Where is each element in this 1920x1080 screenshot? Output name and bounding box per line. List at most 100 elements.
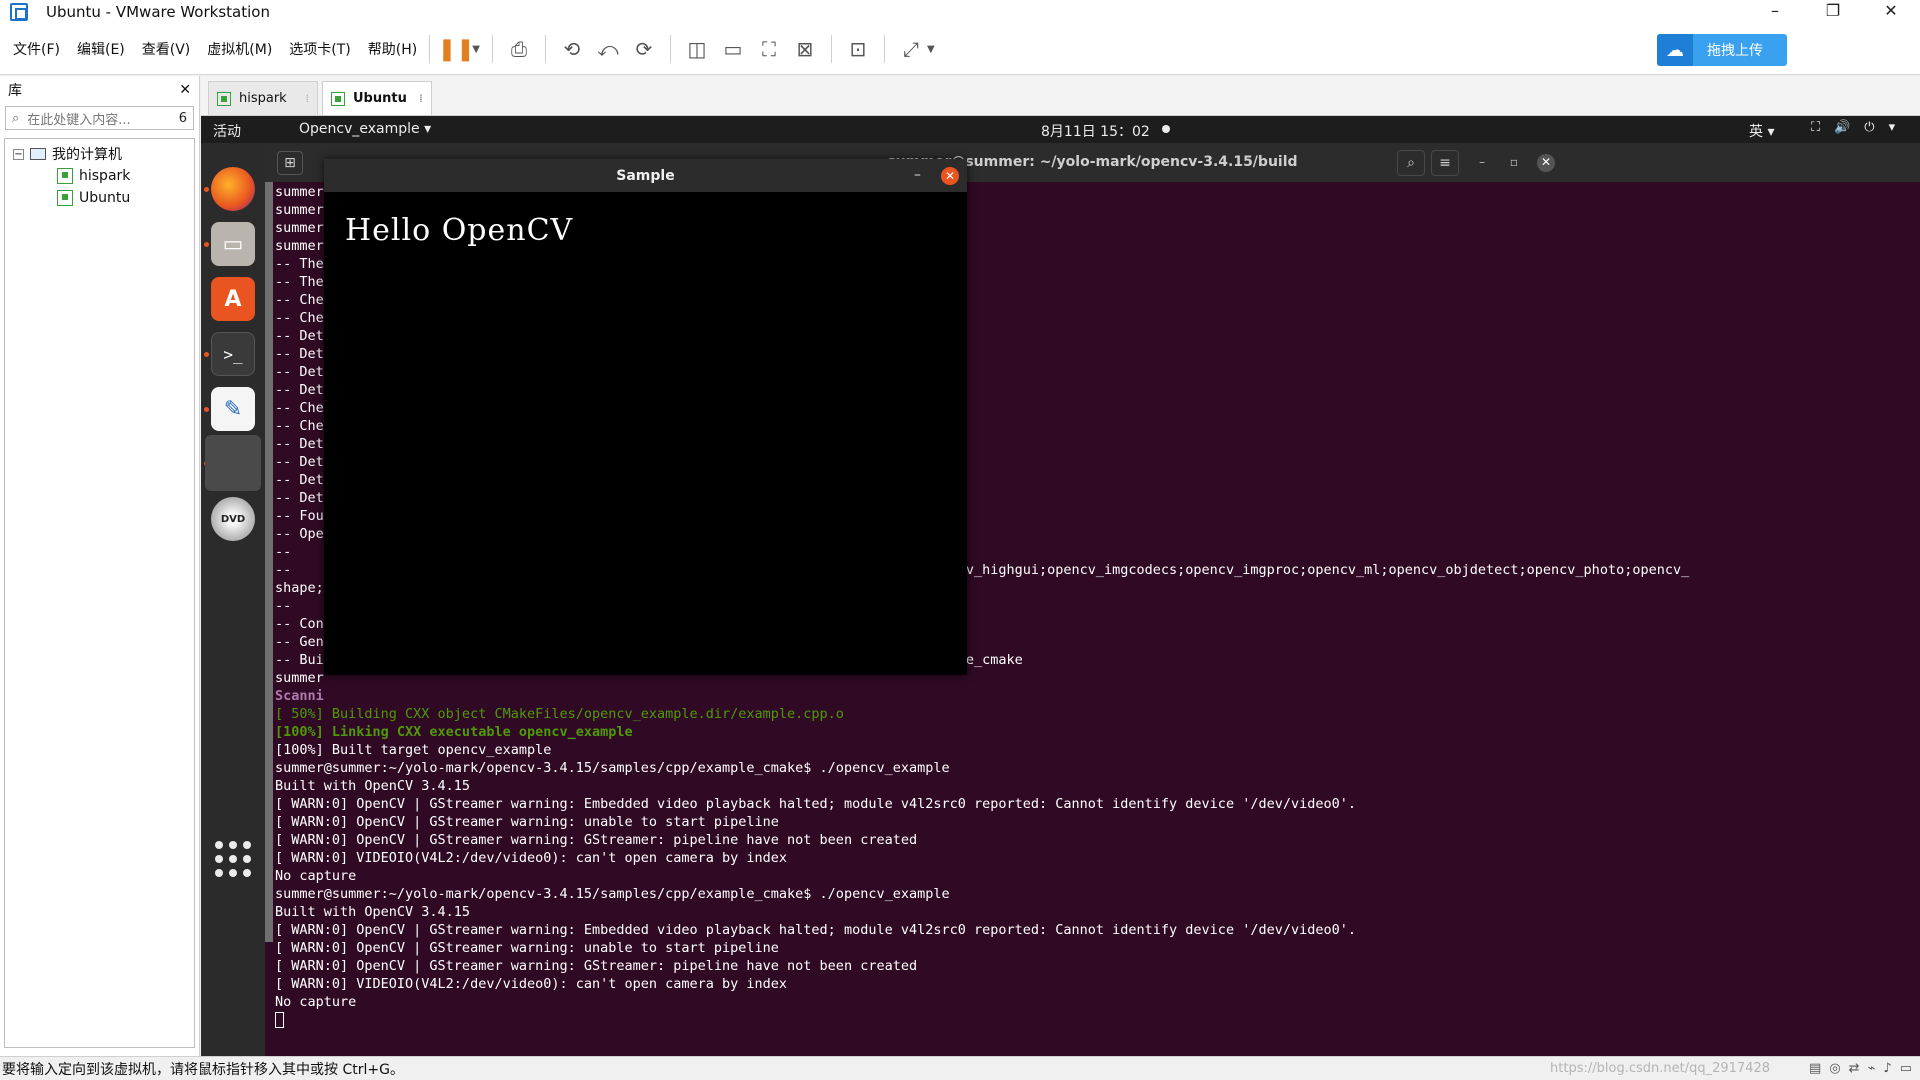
files-icon[interactable]: ▭ (211, 222, 255, 266)
system-tray[interactable]: ⛶ 🔊 ⏻ ▾ (1811, 120, 1895, 135)
hdd-icon[interactable]: ▤ (1809, 1061, 1821, 1076)
upload-button[interactable]: ☁ 拖拽上传 (1657, 34, 1787, 66)
menu-edit[interactable]: 编辑(E) (77, 39, 125, 59)
chevron-down-icon[interactable]: ▼ (472, 44, 480, 55)
window-title-bar: Ubuntu - VMware Workstation – ❐ ✕ (0, 0, 1920, 24)
text-editor-icon[interactable]: ✎ (211, 387, 255, 431)
vm-guest-screen[interactable]: 活动 Opencv_example ▾ 8月11日 15：02 英 ▾ ⛶ 🔊 … (201, 116, 1920, 1056)
vm-tab-strip: hispark ⁞ Ubuntu ⁞ (201, 76, 1920, 116)
cloud-icon: ☁ (1657, 34, 1693, 66)
tab-label: Ubuntu (353, 91, 407, 106)
network-adapter-icon[interactable]: ⇄ (1849, 1061, 1860, 1076)
close-icon[interactable]: ✕ (941, 167, 959, 185)
toolbar-divider (429, 35, 431, 63)
library-title: 库 (8, 83, 22, 99)
close-icon[interactable]: ✕ (1537, 154, 1555, 172)
minimize-icon[interactable]: – (1473, 154, 1491, 172)
pause-icon[interactable]: ❚❚ (438, 34, 475, 64)
tree-item-label: hispark (79, 168, 131, 184)
terminal-line: [ WARN:0] OpenCV | GStreamer warning: un… (275, 814, 779, 830)
maximize-icon[interactable]: ▫ (1505, 154, 1523, 172)
sample-window-title: Sample (616, 168, 675, 184)
terminal-line: [ WARN:0] VIDEOIO(V4L2:/dev/video0): can… (275, 976, 788, 992)
running-indicator (204, 352, 209, 357)
terminal-icon[interactable]: >_ (211, 332, 255, 376)
vm-icon (331, 91, 345, 106)
minimize-button[interactable]: – (1746, 0, 1804, 24)
sample-window-header: Sample – ✕ (324, 159, 967, 192)
library-search-input[interactable]: 在此处键入内容... (27, 109, 130, 128)
vmware-logo-icon (10, 3, 28, 21)
search-count: 6 (178, 110, 187, 126)
running-indicator (204, 187, 209, 192)
running-indicator (204, 407, 209, 412)
terminal-line: [ WARN:0] OpenCV | GStreamer warning: GS… (275, 832, 918, 848)
cd-icon[interactable]: ◎ (1829, 1061, 1840, 1076)
thumbnail-bar-icon[interactable]: ▭ (718, 34, 748, 64)
library-close-icon[interactable]: ✕ (179, 82, 191, 98)
search-icon[interactable]: ⌕ (1397, 150, 1425, 176)
chevron-down-icon: ▾ (1888, 120, 1896, 135)
console-view-icon[interactable]: ⊡ (843, 34, 873, 64)
power-icon: ⏻ (1864, 120, 1875, 135)
clock[interactable]: 8月11日 15：02 (1041, 121, 1150, 141)
menu-vm[interactable]: 虚拟机(M) (207, 39, 272, 59)
revert-snapshot-icon[interactable]: ⤺ (593, 34, 623, 64)
menu-tabs[interactable]: 选项卡(T) (289, 39, 350, 59)
activities-button[interactable]: 活动 (213, 121, 241, 141)
menu-help[interactable]: 帮助(H) (368, 39, 417, 59)
network-icon: ⛶ (1811, 120, 1821, 135)
dvd-icon[interactable]: DVD (211, 497, 255, 541)
app-menu[interactable]: Opencv_example ▾ (299, 121, 431, 137)
opencv-app-icon[interactable] (205, 435, 261, 491)
toolbar-divider (491, 35, 493, 63)
tree-item-hispark[interactable]: hispark (5, 165, 194, 187)
snapshot-icon[interactable]: ⟲ (557, 34, 587, 64)
terminal-line: [100%] Built target opencv_example (275, 742, 552, 758)
restore-button[interactable]: ❐ (1804, 0, 1862, 24)
terminal-line: summer@summer:~/yolo-mark/opencv-3.4.15/… (275, 886, 950, 902)
tree-item-my-computer[interactable]: − 我的计算机 (5, 143, 194, 165)
hamburger-menu-icon[interactable]: ≡ (1431, 150, 1459, 176)
stretch-guest-icon[interactable]: ⤢ (896, 34, 926, 64)
input-method-menu[interactable]: 英 ▾ (1749, 121, 1774, 141)
status-message: 要将输入定向到该虚拟机，请将鼠标指针移入其中或按 Ctrl+G。 (2, 1061, 404, 1078)
chevron-down-icon[interactable]: ▼ (927, 44, 935, 55)
volume-icon: 🔊 (1834, 120, 1851, 135)
library-panel: 库 ✕ ⌕ 在此处键入内容... 6 − 我的计算机 hispark Ubunt… (0, 76, 200, 1056)
terminal-line: [ WARN:0] OpenCV | GStreamer warning: Em… (275, 796, 1356, 812)
sound-icon[interactable]: ♪ (1883, 1061, 1891, 1076)
toolbar-divider (669, 35, 671, 63)
library-search[interactable]: ⌕ 在此处键入内容... 6 (5, 106, 194, 130)
send-ctrl-alt-del-icon[interactable]: ⎙ (504, 34, 534, 64)
minimize-icon[interactable]: – (914, 167, 921, 183)
software-center-icon[interactable]: A (211, 277, 255, 321)
menu-view[interactable]: 查看(V) (142, 39, 191, 59)
tab-hispark[interactable]: hispark ⁞ (208, 81, 318, 115)
snapshot-manager-icon[interactable]: ⟳ (629, 34, 659, 64)
menu-file[interactable]: 文件(F) (13, 39, 60, 59)
show-library-icon[interactable]: ◫ (682, 34, 712, 64)
hello-opencv-text: Hello OpenCV (345, 213, 574, 248)
firefox-icon[interactable] (211, 167, 255, 211)
usb-icon[interactable]: ⌁ (1868, 1061, 1876, 1076)
fullscreen-icon[interactable]: ⛶ (754, 34, 784, 64)
display-icon[interactable]: ▭ (1900, 1061, 1912, 1076)
library-header: 库 ✕ (0, 76, 199, 104)
status-bar: 要将输入定向到该虚拟机，请将鼠标指针移入其中或按 Ctrl+G。 https:/… (0, 1056, 1920, 1080)
show-apps-icon[interactable] (215, 841, 251, 877)
terminal-line: No capture (275, 868, 357, 884)
device-status-icons[interactable]: ▤ ◎ ⇄ ⌁ ♪ ▭ (1809, 1061, 1912, 1076)
terminal-prompt-line[interactable] (275, 1011, 1920, 1029)
watermark: https://blog.csdn.net/qq_2917428 (1550, 1061, 1770, 1076)
unity-icon[interactable]: ⊠ (790, 34, 820, 64)
tab-label: hispark (239, 91, 287, 106)
toolbar-divider (883, 35, 885, 63)
tree-item-ubuntu[interactable]: Ubuntu (5, 187, 194, 209)
tab-ubuntu[interactable]: Ubuntu ⁞ (322, 81, 432, 115)
sample-window[interactable]: Sample – ✕ Hello OpenCV (324, 159, 967, 675)
vm-icon (57, 190, 73, 206)
text-cursor (275, 1012, 284, 1028)
close-button[interactable]: ✕ (1862, 0, 1920, 24)
collapse-icon[interactable]: − (13, 148, 24, 160)
